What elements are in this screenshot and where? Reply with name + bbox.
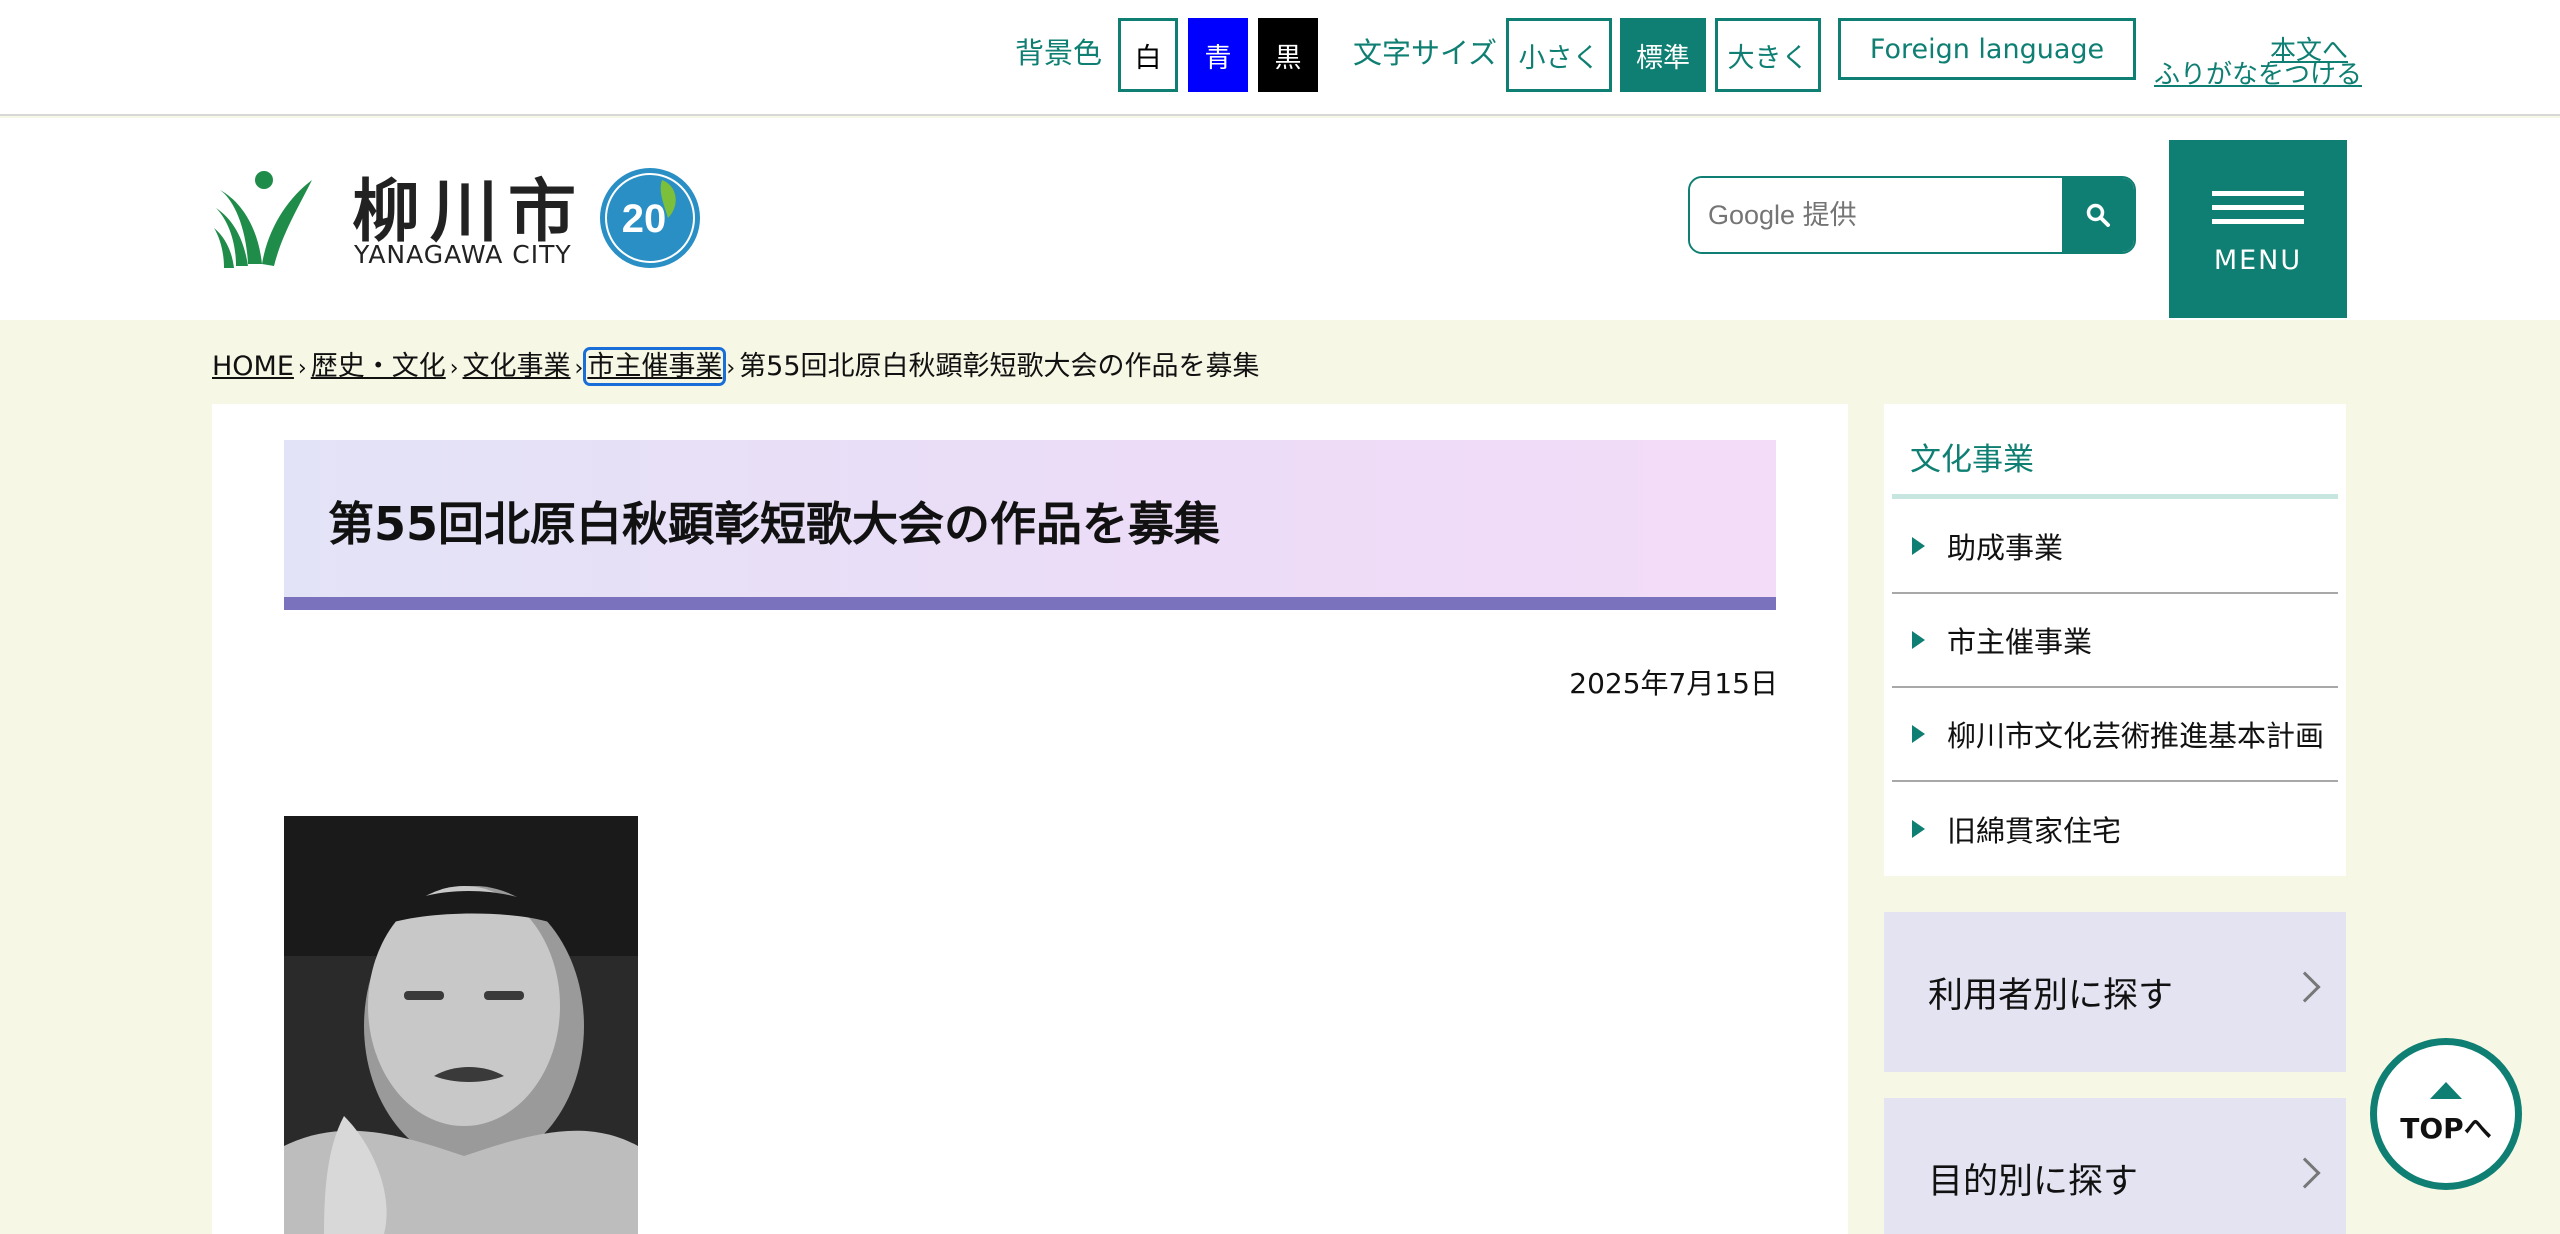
- sidebar-item-label: 助成事業: [1947, 531, 2064, 565]
- background-color-label: 背景色: [1015, 36, 1103, 70]
- logo-english: YANAGAWA CITY: [354, 240, 572, 269]
- page-title-banner: 第55回北原白秋顕彰短歌大会の作品を募集: [284, 440, 1776, 610]
- sidebar-title-rule: [1892, 494, 2338, 499]
- find-by-purpose-label: 目的別に探す: [1928, 1161, 2139, 1202]
- bg-white-button[interactable]: 白: [1118, 18, 1178, 92]
- menu-button[interactable]: MENU: [2169, 140, 2347, 318]
- font-normal-button[interactable]: 標準: [1620, 18, 1706, 92]
- menu-label: MENU: [2213, 245, 2303, 276]
- publish-date: 2025年7月15日: [1569, 667, 1778, 700]
- page-title: 第55回北原白秋顕彰短歌大会の作品を募集: [328, 497, 1221, 551]
- breadcrumb-cultural-projects[interactable]: 文化事業: [463, 351, 571, 382]
- site-header: 柳川市 YANAGAWA CITY 20 MENU: [0, 118, 2560, 320]
- triangle-right-icon: [1912, 537, 1925, 555]
- search-button[interactable]: [2062, 178, 2134, 252]
- badge-number: 20: [622, 197, 667, 241]
- bg-blue-button[interactable]: 青: [1188, 18, 1248, 92]
- portrait-photo: [284, 816, 638, 1234]
- chevron-right-icon: [2289, 1157, 2321, 1189]
- find-by-purpose-button[interactable]: 目的別に探す: [1884, 1098, 2346, 1234]
- font-small-button[interactable]: 小さく: [1506, 18, 1612, 92]
- foreign-language-button[interactable]: Foreign language: [1838, 18, 2136, 80]
- font-large-button[interactable]: 大きく: [1715, 18, 1821, 92]
- portrait-image: [284, 816, 638, 1234]
- breadcrumb-history-culture[interactable]: 歴史・文化: [311, 351, 446, 382]
- sidebar-item-watanuki-house[interactable]: 旧綿貫家住宅: [1892, 782, 2338, 876]
- breadcrumb-separator: ›: [726, 356, 736, 381]
- sidebar-nav: 文化事業 助成事業 市主催事業 柳川市文化芸術推進基本計画 旧綿貫家住宅: [1884, 404, 2346, 876]
- breadcrumb-separator: ›: [449, 356, 459, 381]
- triangle-right-icon: [1912, 820, 1925, 838]
- breadcrumb: HOME › 歴史・文化 › 文化事業 › 市主催事業 › 第55回北原白秋顕彰短歌大会の作品を…: [212, 344, 1260, 386]
- back-to-top-button[interactable]: TOPへ: [2370, 1038, 2522, 1190]
- breadcrumb-home[interactable]: HOME: [212, 351, 294, 382]
- breadcrumb-separator: ›: [574, 356, 584, 381]
- triangle-right-icon: [1912, 631, 1925, 649]
- chevron-right-icon: [2289, 971, 2321, 1003]
- city-logo-mark-icon[interactable]: [212, 168, 316, 272]
- sidebar-item-label: 市主催事業: [1947, 625, 2093, 659]
- breadcrumb-separator: ›: [297, 356, 307, 381]
- furigana-link[interactable]: ふりがなをつける: [2154, 54, 2362, 91]
- hamburger-menu-icon: [2212, 182, 2304, 233]
- search-input[interactable]: [1690, 178, 2062, 252]
- font-size-label: 文字サイズ: [1353, 36, 1498, 70]
- sidebar-item-city-events[interactable]: 市主催事業: [1892, 594, 2338, 688]
- anniversary-badge-icon: 20: [600, 168, 700, 268]
- find-by-user-label: 利用者別に探す: [1928, 975, 2174, 1016]
- triangle-up-icon: [2430, 1081, 2462, 1099]
- back-to-top-label: TOPへ: [2400, 1111, 2492, 1145]
- main-content: 第55回北原白秋顕彰短歌大会の作品を募集 2025年7月15日: [212, 404, 1848, 1234]
- sidebar-item-label: 柳川市文化芸術推進基本計画: [1947, 719, 2325, 753]
- sidebar-item-culture-plan[interactable]: 柳川市文化芸術推進基本計画: [1892, 688, 2338, 782]
- sidebar-title[interactable]: 文化事業: [1910, 434, 2034, 479]
- breadcrumb-current: 第55回北原白秋顕彰短歌大会の作品を募集: [739, 351, 1260, 382]
- bg-black-button[interactable]: 黒: [1258, 18, 1318, 92]
- find-by-user-button[interactable]: 利用者別に探す: [1884, 912, 2346, 1072]
- site-search: [1688, 176, 2136, 254]
- search-icon: [2086, 203, 2110, 227]
- sidebar-item-label: 旧綿貫家住宅: [1947, 814, 2122, 848]
- breadcrumb-city-events[interactable]: 市主催事業: [583, 347, 727, 386]
- utility-bar: 背景色 白 青 黒 文字サイズ 小さく 標準 大きく Foreign langu…: [0, 0, 2560, 116]
- sidebar-item-grants[interactable]: 助成事業: [1892, 500, 2338, 594]
- triangle-right-icon: [1912, 725, 1925, 743]
